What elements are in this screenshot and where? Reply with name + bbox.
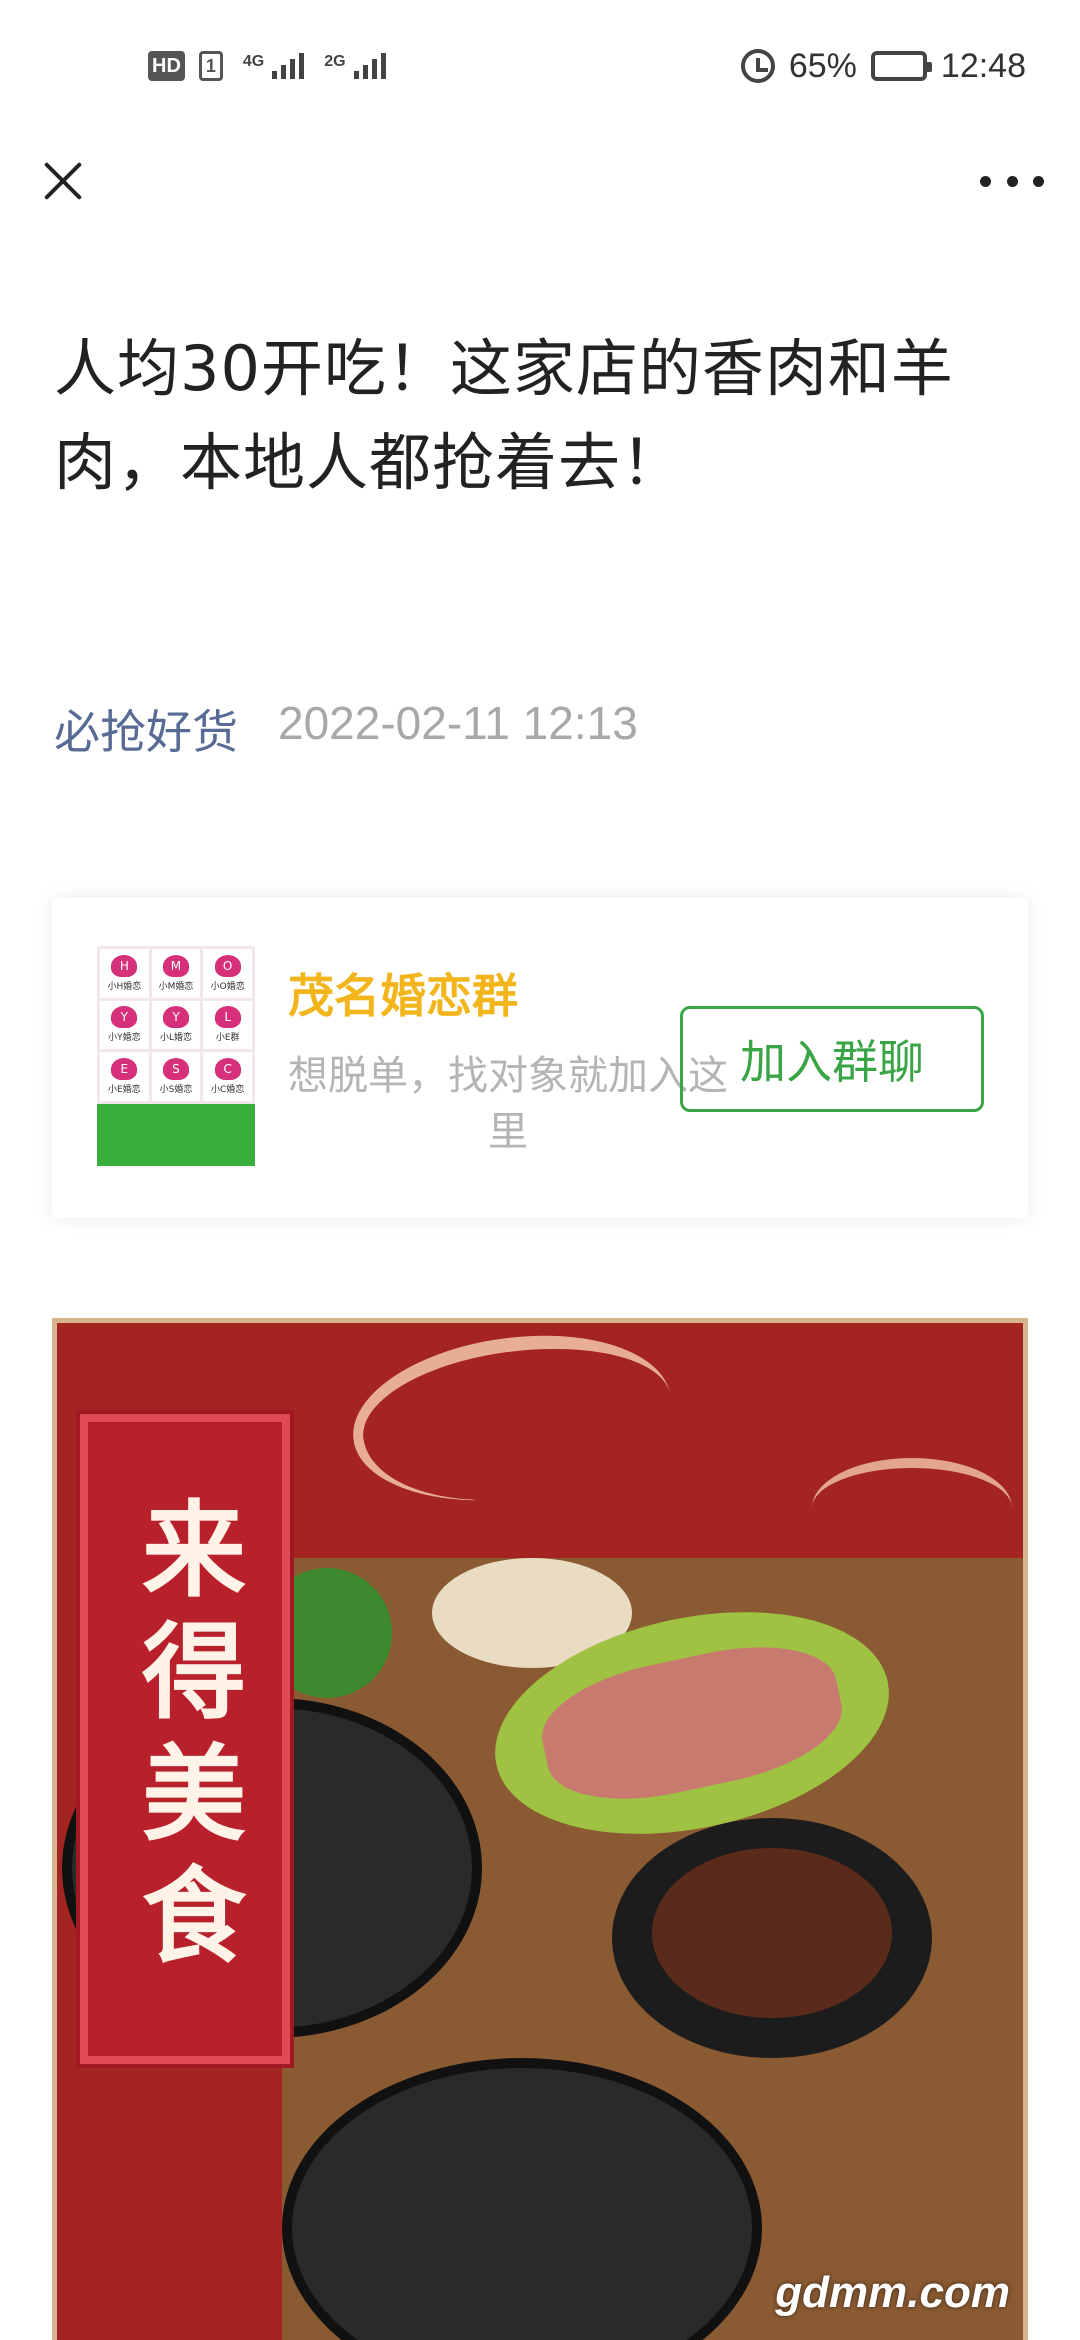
avatar-cell-caption: 小S婚恋 <box>159 1085 193 1096</box>
battery-percent: 65% <box>788 46 857 85</box>
avatar-green-bar <box>97 1104 255 1166</box>
account-name-link[interactable]: 必抢好货 <box>54 696 238 762</box>
food-poster-image: 来得美食 gdmm.com <box>52 1318 1028 2340</box>
status-left: HD 1 4G 2G <box>148 51 386 81</box>
avatar-cell: E 小E婚恋 <box>100 1052 149 1101</box>
heart-icon: S <box>162 1058 189 1081</box>
heart-icon: C <box>214 1058 241 1081</box>
heart-icon: H <box>111 954 138 977</box>
avatar-cell-caption: 小L婚恋 <box>159 1033 192 1044</box>
poster-border <box>52 1318 1028 2340</box>
avatar-cell-caption: 小E婚恋 <box>107 1085 141 1096</box>
network-type-2g: 2G <box>324 53 346 70</box>
avatar-cell-caption: 小M婚恋 <box>158 981 194 992</box>
avatar-cell-caption: 小O婚恋 <box>210 981 245 992</box>
join-group-button[interactable]: 加入群聊 <box>680 1006 984 1112</box>
heart-icon: Y <box>111 1006 138 1029</box>
group-chat-card[interactable]: H 小H婚恋 M 小M婚恋 O 小O婚恋 Y 小Y婚恋 Y 小L婚恋 L 小E群 E 小E婚恋 S 小S婚恋 C… <box>52 898 1028 1218</box>
watermark: gdmm.com <box>775 2268 1010 2317</box>
article-title: 人均30开吃！这家店的香肉和羊肉，本地人都抢着去！ <box>54 332 954 499</box>
article-meta: 必抢好货 2022-02-11 12:13 <box>54 696 638 762</box>
hd-badge: HD <box>148 51 185 81</box>
clock: 12:48 <box>940 46 1026 85</box>
alarm-icon <box>740 49 775 83</box>
avatar-cell-caption: 小E群 <box>215 1033 240 1044</box>
heart-icon: M <box>162 954 189 977</box>
close-icon[interactable] <box>36 154 90 208</box>
battery-icon <box>870 51 932 81</box>
avatar-cell-caption: 小H婚恋 <box>107 981 142 992</box>
avatar-cell: M 小M婚恋 <box>151 949 201 998</box>
status-bar: HD 1 4G 2G 65% 12:48 <box>0 0 1080 132</box>
heart-icon: O <box>214 954 241 977</box>
avatar-cell: C 小C婚恋 <box>203 1052 252 1101</box>
group-name: 茂名婚恋群 <box>288 969 518 1023</box>
avatar-cell-caption: 小C婚恋 <box>211 1085 245 1096</box>
more-options-icon[interactable] <box>980 166 1044 196</box>
status-right: 65% 12:48 <box>740 46 1026 86</box>
group-description: 想脱单，找对象就加入这里 <box>288 1053 728 1155</box>
avatar-cell: Y 小Y婚恋 <box>100 1000 149 1050</box>
group-avatar: H 小H婚恋 M 小M婚恋 O 小O婚恋 Y 小Y婚恋 Y 小L婚恋 L 小E群 E 小E婚恋 S 小S婚恋 C… <box>97 946 255 1166</box>
heart-icon: L <box>214 1006 241 1029</box>
heart-icon: E <box>111 1058 138 1081</box>
heart-icon: Y <box>162 1006 189 1029</box>
signal-4g-icon: 4G <box>242 53 305 79</box>
avatar-cell: L 小E群 <box>203 1000 252 1050</box>
sim-badge: 1 <box>198 51 223 81</box>
avatar-cell-caption: 小Y婚恋 <box>108 1033 141 1044</box>
signal-2g-icon: 2G <box>324 53 386 79</box>
avatar-cell: S 小S婚恋 <box>151 1052 201 1101</box>
avatar-cell: Y 小L婚恋 <box>151 1000 201 1050</box>
publish-time: 2022-02-11 12:13 <box>278 697 638 749</box>
nav-bar <box>0 132 1080 242</box>
avatar-grid: H 小H婚恋 M 小M婚恋 O 小O婚恋 Y 小Y婚恋 Y 小L婚恋 L 小E群 E 小E婚恋 S 小S婚恋 C… <box>97 946 255 1104</box>
avatar-cell: O 小O婚恋 <box>203 949 252 998</box>
network-type-4g: 4G <box>242 53 265 70</box>
avatar-cell: H 小H婚恋 <box>100 949 149 998</box>
